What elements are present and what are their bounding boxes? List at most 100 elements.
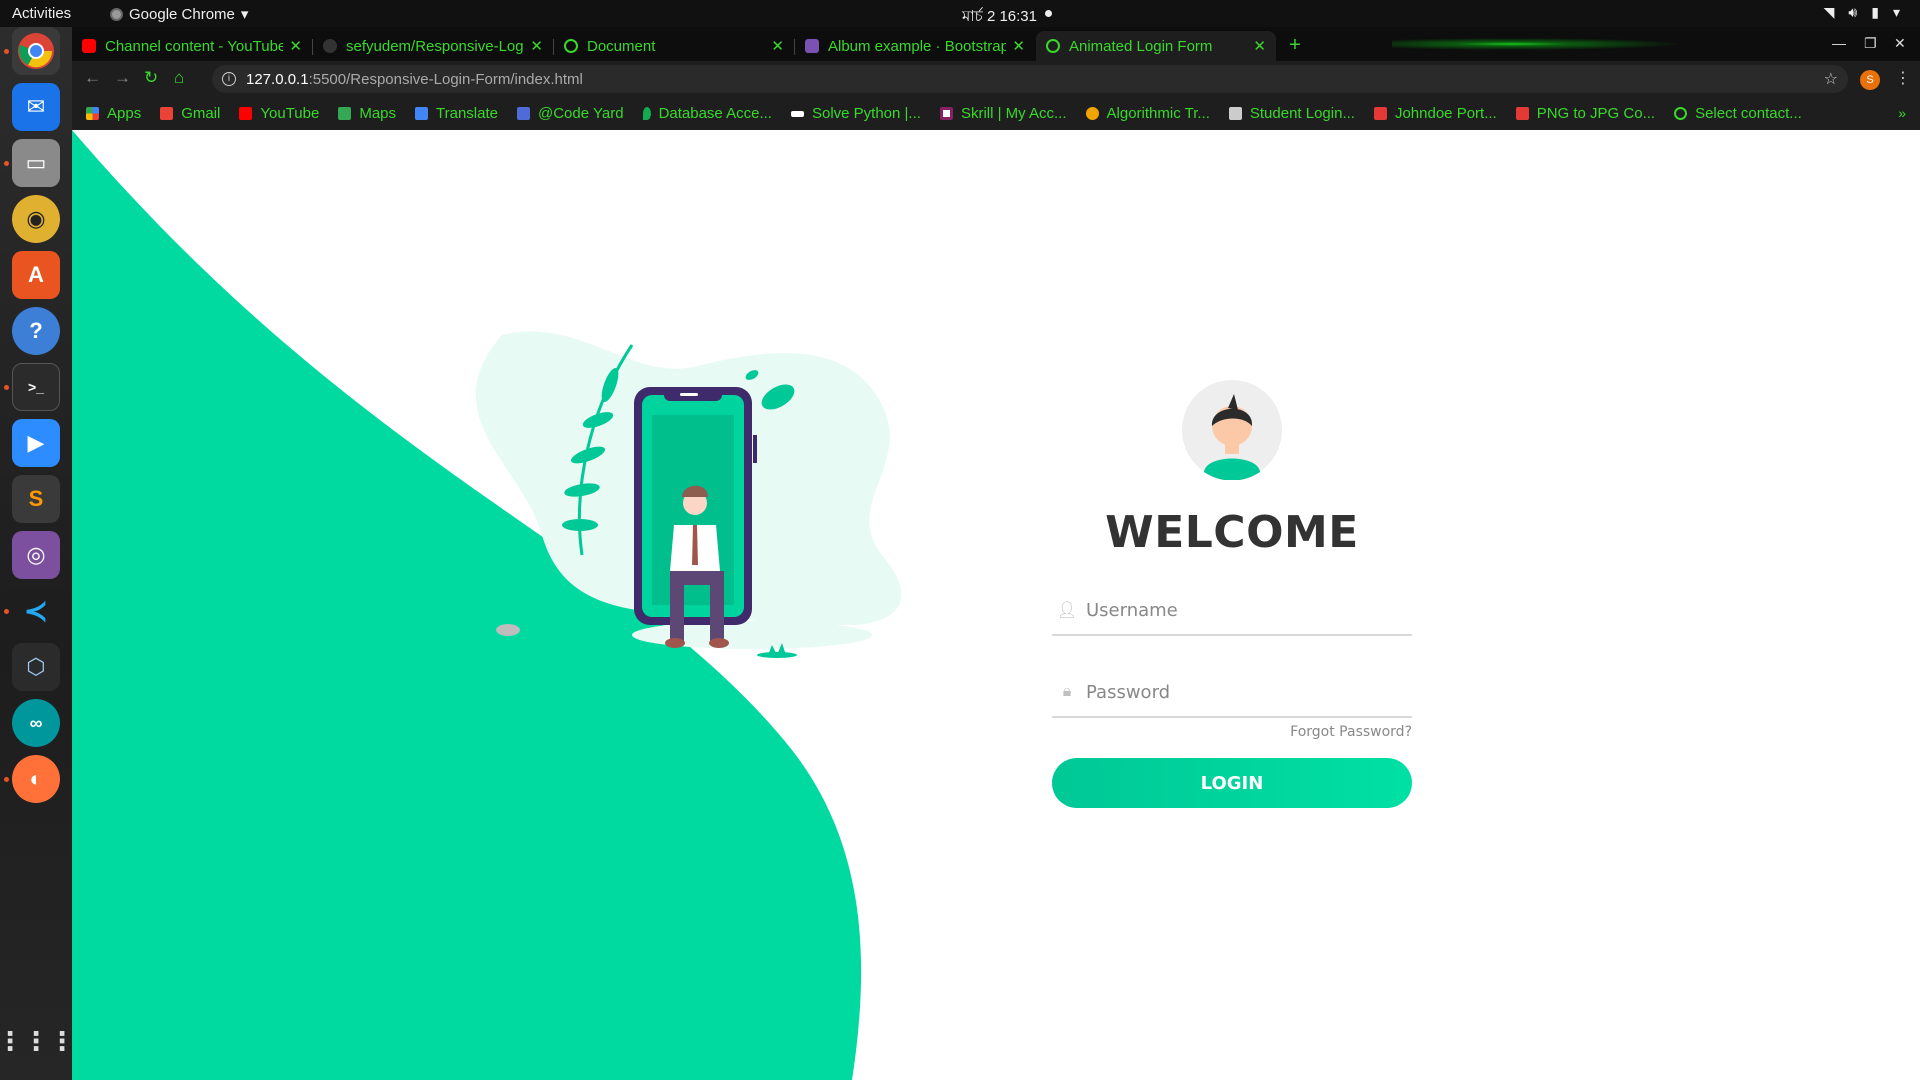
tab-title: Channel content - YouTube — [105, 37, 284, 55]
minimize-icon[interactable]: ― — [1832, 35, 1846, 51]
bookmark-label: YouTube — [260, 105, 320, 122]
page-viewport: WELCOME 👤︎ 🔒︎ Forgot Password? LOGIN — [72, 130, 1920, 1080]
activities-button[interactable]: Activities — [12, 5, 71, 22]
bookmark-label: Translate — [436, 105, 498, 122]
bookmark-label: Johndoe Port... — [1394, 105, 1497, 122]
password-input[interactable] — [1082, 681, 1412, 703]
tab-title: Document — [587, 37, 656, 55]
bookmark-maps[interactable]: Maps — [338, 105, 396, 122]
close-icon[interactable]: ✕ — [530, 37, 543, 55]
tab-youtube[interactable]: Channel content - YouTube ✕ — [72, 31, 312, 61]
files-icon[interactable]: ▭ — [12, 139, 60, 187]
firefox-icon[interactable]: ◐ — [12, 755, 60, 803]
bookmark-algorithmic[interactable]: Algorithmic Tr... — [1085, 105, 1210, 122]
bookmark-star-icon[interactable]: ☆ — [1824, 69, 1838, 89]
running-indicator — [4, 609, 9, 614]
volume-icon: 🔊︎ — [1848, 4, 1858, 20]
tab-document[interactable]: Document ✕ — [554, 31, 794, 61]
hackerrank-icon — [790, 110, 804, 117]
bookmark-label: Student Login... — [1249, 105, 1355, 122]
reload-icon[interactable]: ↻ — [144, 68, 158, 88]
bookmark-select-contact[interactable]: Select contact... — [1674, 105, 1802, 122]
app-menu[interactable]: Google Chrome ▾ — [110, 5, 248, 23]
tab-title: sefyudem/Responsive-Login-Form — [346, 37, 524, 55]
png-jpg-icon — [1515, 107, 1529, 120]
home-icon[interactable]: ⌂ — [174, 68, 184, 88]
skrill-icon — [939, 107, 953, 120]
gmail-icon — [160, 107, 174, 120]
bookmark-code-yard[interactable]: @Code Yard — [517, 105, 624, 122]
tab-animated-login[interactable]: Animated Login Form ✕ — [1036, 31, 1276, 61]
bookmark-gmail[interactable]: Gmail — [160, 105, 220, 122]
chevron-down-icon: ▾ — [240, 6, 249, 23]
mongodb-leaf-icon — [642, 107, 651, 120]
battery-icon: ▮ — [1871, 4, 1879, 20]
close-window-icon[interactable]: ✕ — [1894, 35, 1906, 52]
running-indicator — [4, 777, 9, 782]
bookmark-skrill[interactable]: Skrill | My Acc... — [939, 105, 1067, 122]
bookmark-label: Database Acce... — [658, 105, 772, 122]
bookmark-youtube[interactable]: YouTube — [239, 105, 319, 122]
back-icon[interactable]: ← — [84, 68, 101, 88]
close-icon[interactable]: ✕ — [289, 37, 302, 55]
terminal-icon[interactable]: >_ — [12, 363, 60, 411]
virtualbox-icon[interactable]: ⬡ — [12, 643, 60, 691]
username-field: 👤︎ — [1052, 586, 1412, 636]
bookmark-label: @Code Yard — [538, 105, 624, 122]
globe-favicon-icon — [564, 39, 578, 53]
bookmark-student-login[interactable]: Student Login... — [1228, 105, 1355, 122]
close-icon[interactable]: ✕ — [771, 37, 784, 55]
tab-title: Animated Login Form — [1069, 37, 1213, 55]
sublime-icon[interactable]: S — [12, 475, 60, 523]
chevron-double-right-icon[interactable]: » — [1898, 105, 1906, 121]
show-apps-icon[interactable]: ⋮⋮⋮ — [0, 1017, 75, 1065]
login-button[interactable]: LOGIN — [1052, 758, 1412, 808]
system-tray[interactable]: ◥ 🔊︎ ▮ ▾ — [1824, 4, 1900, 21]
password-field: 🔒︎ — [1052, 668, 1412, 718]
bookmark-solve-python[interactable]: Solve Python |... — [790, 105, 921, 122]
johndoe-icon — [1373, 107, 1387, 120]
notification-dot — [1045, 10, 1052, 17]
running-indicator — [4, 49, 9, 54]
rhythmbox-icon[interactable]: ◉ — [12, 195, 60, 243]
forward-icon[interactable]: → — [114, 68, 131, 88]
bookmark-label: Solve Python |... — [811, 105, 921, 122]
menu-icon[interactable]: ⋮ — [1895, 68, 1911, 88]
video-icon[interactable]: ◎ — [12, 531, 60, 579]
bookmark-johndoe[interactable]: Johndoe Port... — [1373, 105, 1497, 122]
chrome-mini-icon — [110, 7, 123, 21]
software-center-icon[interactable]: A — [12, 251, 60, 299]
restore-icon[interactable]: ❐ — [1864, 35, 1877, 52]
bookmark-label: PNG to JPG Co... — [1536, 105, 1656, 122]
thunderbird-icon[interactable]: ✉ — [12, 83, 60, 131]
new-tab-button[interactable]: + — [1284, 35, 1306, 57]
bookmark-translate[interactable]: Translate — [415, 105, 498, 122]
close-icon[interactable]: ✕ — [1012, 37, 1025, 55]
chrome-icon[interactable] — [12, 27, 60, 75]
dock: ✉ ▭ ◉ A ? >_ ▶ S ◎ ≺ ⬡ ∞ ◐ ⋮⋮⋮ — [0, 27, 75, 1080]
bookmark-database[interactable]: Database Acce... — [642, 105, 772, 122]
close-icon[interactable]: ✕ — [1253, 37, 1266, 55]
bookmark-png-to-jpg[interactable]: PNG to JPG Co... — [1515, 105, 1656, 122]
profile-avatar[interactable]: S — [1860, 70, 1880, 90]
tab-strip: Channel content - YouTube ✕ sefyudem/Res… — [72, 27, 1920, 61]
background-wave — [72, 130, 862, 1080]
tab-github[interactable]: sefyudem/Responsive-Login-Form ✕ — [313, 31, 553, 61]
info-icon[interactable]: i — [222, 72, 236, 86]
bookmark-apps[interactable]: Apps — [86, 105, 141, 122]
globe-icon — [1674, 107, 1688, 120]
browser-toolbar: ← → ↻ ⌂ i 127.0.0.1:5500/Responsive-Logi… — [72, 61, 1920, 97]
zoom-icon[interactable]: ▶ — [12, 419, 60, 467]
arduino-icon[interactable]: ∞ — [12, 699, 60, 747]
user-icon: 👤︎ — [1056, 602, 1078, 619]
tab-bootstrap[interactable]: Album example · Bootstrap ✕ — [795, 31, 1035, 61]
code-yard-icon — [517, 107, 530, 120]
bookmarks-bar: Apps Gmail YouTube Maps Translate @Code … — [72, 97, 1920, 130]
help-icon[interactable]: ? — [12, 307, 60, 355]
chevron-down-icon: ▾ — [1892, 4, 1900, 20]
address-bar[interactable]: i 127.0.0.1:5500/Responsive-Login-Form/i… — [212, 65, 1848, 93]
forgot-password-link[interactable]: Forgot Password? — [1052, 724, 1412, 740]
vscode-icon[interactable]: ≺ — [12, 587, 60, 635]
maps-icon — [338, 107, 352, 120]
username-input[interactable] — [1082, 599, 1412, 621]
